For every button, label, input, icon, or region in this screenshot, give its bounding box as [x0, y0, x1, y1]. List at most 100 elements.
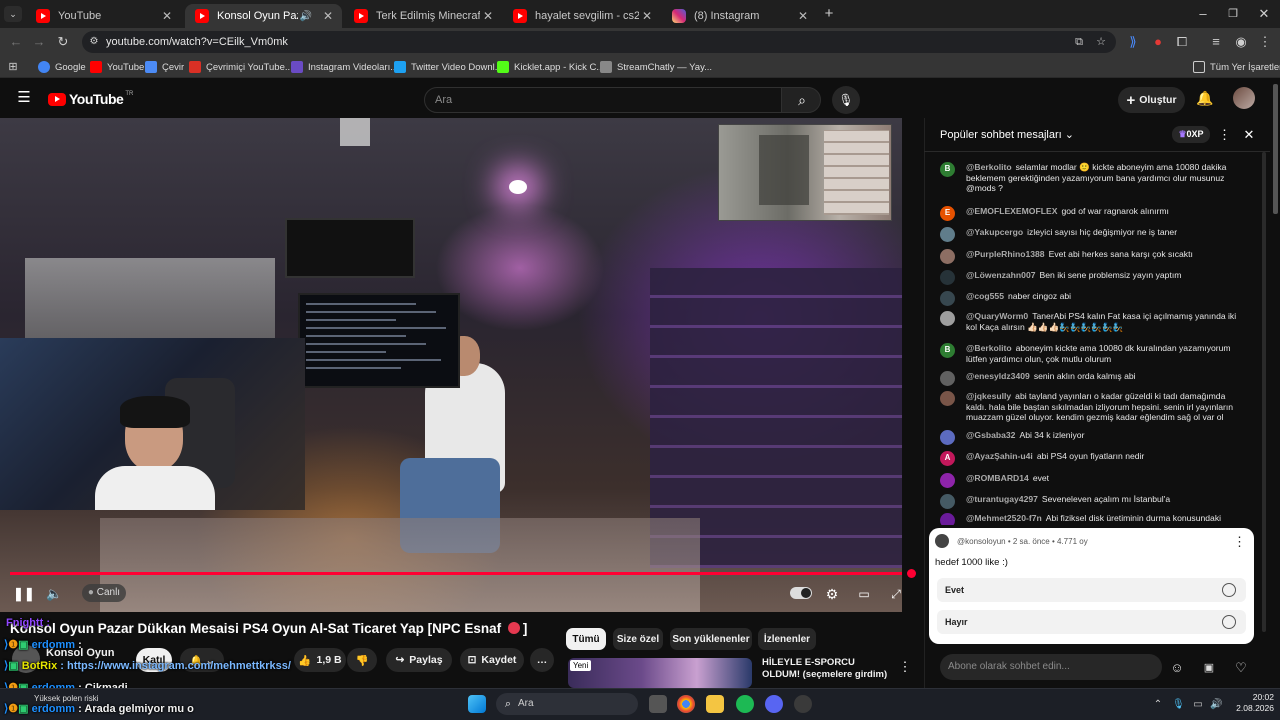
tab-search-icon[interactable]: ⌄ [4, 6, 22, 22]
bookmark-streamchatly[interactable]: StreamChatly — Yay... [600, 59, 712, 75]
progress-bar[interactable] [10, 572, 902, 575]
recommendation-title[interactable]: HİLEYLE E-SPORCU OLDUM! (seçmelere girdi… [762, 657, 892, 681]
chat-author[interactable]: @cog555 [966, 291, 1004, 301]
super-chat-icon[interactable]: ▣ [1201, 660, 1217, 676]
close-chat-icon[interactable]: ✕ [1242, 127, 1256, 143]
live-button[interactable]: ● Canlı [82, 584, 126, 602]
tab-youtube[interactable]: YouTube ✕ [26, 4, 181, 28]
close-icon[interactable]: ✕ [320, 9, 336, 23]
chat-avatar[interactable] [940, 473, 955, 488]
poll-option-yes[interactable]: Evet [937, 578, 1246, 602]
back-icon[interactable]: ← [8, 34, 24, 50]
chip-for-you[interactable]: Size özel [613, 628, 663, 650]
close-icon[interactable]: ✕ [480, 9, 496, 23]
chat-avatar[interactable] [940, 391, 955, 406]
bookmark-cevir[interactable]: Çevir [145, 59, 184, 75]
extension-icon[interactable]: ⟫ [1125, 34, 1141, 50]
chat-author[interactable]: @AyazŞahin-u4i [966, 451, 1033, 461]
save-button[interactable]: ⊡ Kaydet [460, 648, 524, 672]
reload-icon[interactable]: ↻ [55, 34, 71, 50]
window-close-icon[interactable]: ✕ [1256, 6, 1272, 22]
install-icon[interactable]: ⧉ [1072, 34, 1086, 50]
page-scrollbar[interactable] [1273, 84, 1278, 214]
chat-author[interactable]: @ROMBARD14 [966, 473, 1029, 483]
minimize-icon[interactable]: – [1195, 6, 1211, 22]
chat-author[interactable]: @PurpleRhino1388 [966, 249, 1045, 259]
bookmark-youtube[interactable]: YouTube [90, 59, 144, 75]
reading-list-icon[interactable]: ≡ [1208, 34, 1224, 50]
chat-author[interactable]: @Gsbaba32 [966, 430, 1015, 440]
chat-author[interactable]: @jqkesully [966, 391, 1011, 401]
notifications-icon[interactable]: 🔔 [1196, 90, 1214, 106]
chip-all[interactable]: Tümü [566, 628, 606, 650]
file-explorer-icon[interactable] [706, 695, 724, 713]
chrome-icon[interactable] [677, 695, 695, 713]
chat-avatar[interactable] [940, 311, 955, 326]
task-view-icon[interactable] [649, 695, 667, 713]
bookmark-cevrimici[interactable]: Çevrimiçi YouTube... [189, 59, 293, 75]
chat-avatar[interactable] [940, 494, 955, 509]
system-clock[interactable]: 20:02 2.08.2026 [1228, 692, 1274, 714]
poll-option-no[interactable]: Hayır [937, 610, 1246, 634]
discord-icon[interactable] [765, 695, 783, 713]
xp-badge[interactable]: ♛0XP [1172, 126, 1210, 143]
spotify-icon[interactable] [736, 695, 754, 713]
recommendation-thumbnail[interactable]: Yeni [568, 658, 752, 688]
close-icon[interactable]: ✕ [795, 9, 811, 23]
chat-mode-dropdown[interactable]: Popüler sohbet mesajları ⌄ [940, 128, 1074, 141]
chat-author[interactable]: @enesyldz3409 [966, 371, 1030, 381]
chat-author[interactable]: @Yakupcergo [966, 227, 1023, 237]
tab-hayalet[interactable]: hayalet sevgilim - cs2 - YouTub ✕ [503, 4, 661, 28]
voice-search-button[interactable]: 🎙 [832, 86, 860, 114]
chat-input[interactable]: Abone olarak sohbet edin... [940, 654, 1162, 680]
search-button[interactable]: ⌕ [781, 87, 821, 113]
chat-avatar[interactable]: E [940, 206, 955, 221]
bookmark-instagram[interactable]: Instagram Videoları... [291, 59, 398, 75]
puzzle-icon[interactable]: ⧠ [1174, 34, 1190, 50]
bookmark-star-icon[interactable]: ☆ [1094, 34, 1108, 50]
more-vert-icon[interactable]: ⋮ [1218, 127, 1231, 143]
site-info-icon[interactable]: ⚙ [88, 34, 100, 50]
dislike-button[interactable]: 👎 [347, 648, 377, 672]
chat-author[interactable]: @Löwenzahn007 [966, 270, 1036, 280]
youtube-logo[interactable]: YouTube TR [48, 91, 133, 107]
more-vert-icon[interactable]: ⋮ [898, 659, 912, 675]
tab-instagram[interactable]: (8) Instagram ✕ [662, 4, 817, 28]
bookmark-twitter[interactable]: Twitter Video Downl... [394, 59, 503, 75]
volume-icon[interactable]: 🔈 [46, 586, 62, 602]
chat-avatar[interactable] [940, 430, 955, 445]
chat-avatar[interactable] [940, 227, 955, 242]
tab-minecraft[interactable]: Terk Edilmiş Minecraft Sunucun ✕ [344, 4, 502, 28]
profile-icon[interactable]: ◉ [1233, 34, 1249, 50]
chat-author[interactable]: @Berkolito [966, 162, 1012, 172]
chat-avatar[interactable] [940, 371, 955, 386]
app-icon[interactable] [794, 695, 812, 713]
hamburger-menu-icon[interactable]: ☰ [16, 90, 32, 106]
chat-scrollbar[interactable] [1262, 152, 1266, 632]
windows-start-icon[interactable] [468, 695, 486, 713]
poll-menu-icon[interactable]: ⋮ [1233, 534, 1246, 550]
chat-author[interactable]: @Mehmet2520-f7n [966, 513, 1042, 523]
address-bar[interactable]: ⚙ youtube.com/watch?v=CEilk_Vm0mk ⧉ ☆ [82, 31, 1116, 53]
forward-icon[interactable]: → [31, 34, 47, 50]
bookmark-google[interactable]: Google [38, 59, 86, 75]
close-icon[interactable]: ✕ [159, 9, 175, 23]
bookmark-kicklet[interactable]: Kicklet.app - Kick C... [497, 59, 604, 75]
new-tab-icon[interactable]: + [821, 6, 837, 22]
create-button[interactable]: + Oluştur [1118, 87, 1185, 113]
chat-avatar[interactable] [940, 249, 955, 264]
apps-icon[interactable]: ⊞ [6, 59, 20, 75]
all-bookmarks[interactable]: Tüm Yer İşaretleri [1193, 59, 1280, 75]
chat-author[interactable]: @EMOFLEXEMOFLEX [966, 206, 1057, 216]
more-actions-button[interactable]: … [530, 648, 554, 672]
miniplayer-icon[interactable]: ▭ [856, 586, 872, 602]
speaker-icon[interactable]: 🔊 [298, 11, 314, 22]
extension-badge-icon[interactable]: ● [1150, 34, 1166, 50]
chat-author[interactable]: @QuaryWorm0 [966, 311, 1028, 321]
restore-icon[interactable]: ❐ [1225, 6, 1241, 22]
chat-avatar[interactable] [940, 513, 955, 525]
like-button[interactable]: 👍 1,9 B [294, 648, 346, 672]
fullscreen-icon[interactable]: ⤢ [888, 586, 904, 602]
search-input[interactable]: Ara [424, 87, 782, 113]
tray-chevron-icon[interactable]: ⌃ [1152, 697, 1164, 713]
